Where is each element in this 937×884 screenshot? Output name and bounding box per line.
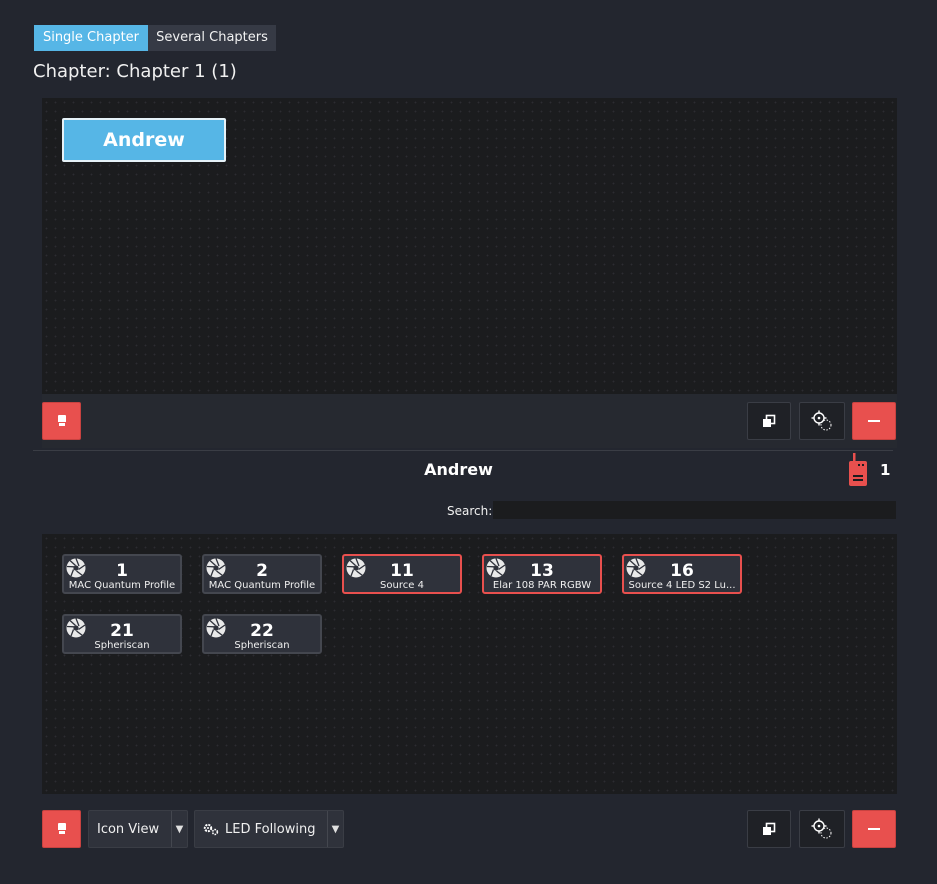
tab-single-chapter[interactable]: Single Chapter [34, 25, 148, 51]
locate-button-bottom[interactable] [799, 810, 845, 848]
restore-window-icon [763, 822, 776, 835]
view-mode-dropdown[interactable]: Icon View ▼ [88, 810, 188, 848]
lock-button[interactable] [42, 402, 81, 440]
fixture-id: 1 [116, 561, 128, 581]
led-mode-label: LED Following [225, 821, 316, 837]
locate-target-icon [811, 410, 832, 431]
fixture-name: Source 4 [380, 580, 424, 591]
minus-icon [868, 420, 880, 422]
fixture-tile[interactable]: 11 Source 4 [342, 554, 462, 594]
fixture-name: Spheriscan [234, 640, 290, 651]
restore-window-icon [763, 414, 776, 427]
fixture-name: Elar 108 PAR RGBW [492, 580, 592, 591]
remove-group-button[interactable] [852, 402, 896, 440]
fixture-name: Source 4 LED S2 Lu... [628, 580, 736, 591]
search-label: Search: [447, 504, 493, 518]
lock-icon [57, 415, 66, 427]
device-count: 1 [880, 461, 891, 479]
tab-several-chapters[interactable]: Several Chapters [148, 25, 276, 51]
chevron-down-icon: ▼ [327, 811, 343, 847]
fixture-id: 21 [110, 621, 134, 641]
restore-window-button-bottom[interactable] [747, 810, 791, 848]
chevron-down-icon: ▼ [171, 811, 187, 847]
lock-icon [57, 823, 66, 835]
group-button-andrew[interactable]: Andrew [62, 118, 226, 162]
minus-icon [868, 828, 880, 830]
fixture-tile[interactable]: 16 Source 4 LED S2 Lu... [622, 554, 742, 594]
gears-icon [203, 823, 219, 836]
fixture-tile[interactable]: 13 Elar 108 PAR RGBW [482, 554, 602, 594]
fixture-tile[interactable]: 2 MAC Quantum Profile [202, 554, 322, 594]
fixture-id: 2 [256, 561, 268, 581]
led-mode-dropdown[interactable]: LED Following ▼ [194, 810, 344, 848]
chapter-title: Chapter: Chapter 1 (1) [33, 61, 237, 82]
fixture-id: 22 [250, 621, 274, 641]
section-divider [33, 450, 893, 451]
locate-target-icon [811, 818, 832, 839]
fixture-tile[interactable]: 1 MAC Quantum Profile [62, 554, 182, 594]
fixture-name: MAC Quantum Profile [68, 580, 176, 591]
fixture-id: 16 [670, 561, 694, 581]
walkie-talkie-icon [847, 453, 869, 487]
lock-button-bottom[interactable] [42, 810, 81, 848]
locate-button[interactable] [799, 402, 845, 440]
fixture-id: 11 [390, 561, 414, 581]
fixture-id: 13 [530, 561, 554, 581]
restore-window-button[interactable] [747, 402, 791, 440]
selected-group-title: Andrew [424, 460, 493, 479]
view-mode-label: Icon View [97, 821, 160, 837]
search-input[interactable] [493, 501, 896, 519]
fixture-tile[interactable]: 21 Spheriscan [62, 614, 182, 654]
fixture-name: MAC Quantum Profile [208, 580, 316, 591]
fixture-tile[interactable]: 22 Spheriscan [202, 614, 322, 654]
remove-fixture-button[interactable] [852, 810, 896, 848]
fixture-name: Spheriscan [94, 640, 150, 651]
